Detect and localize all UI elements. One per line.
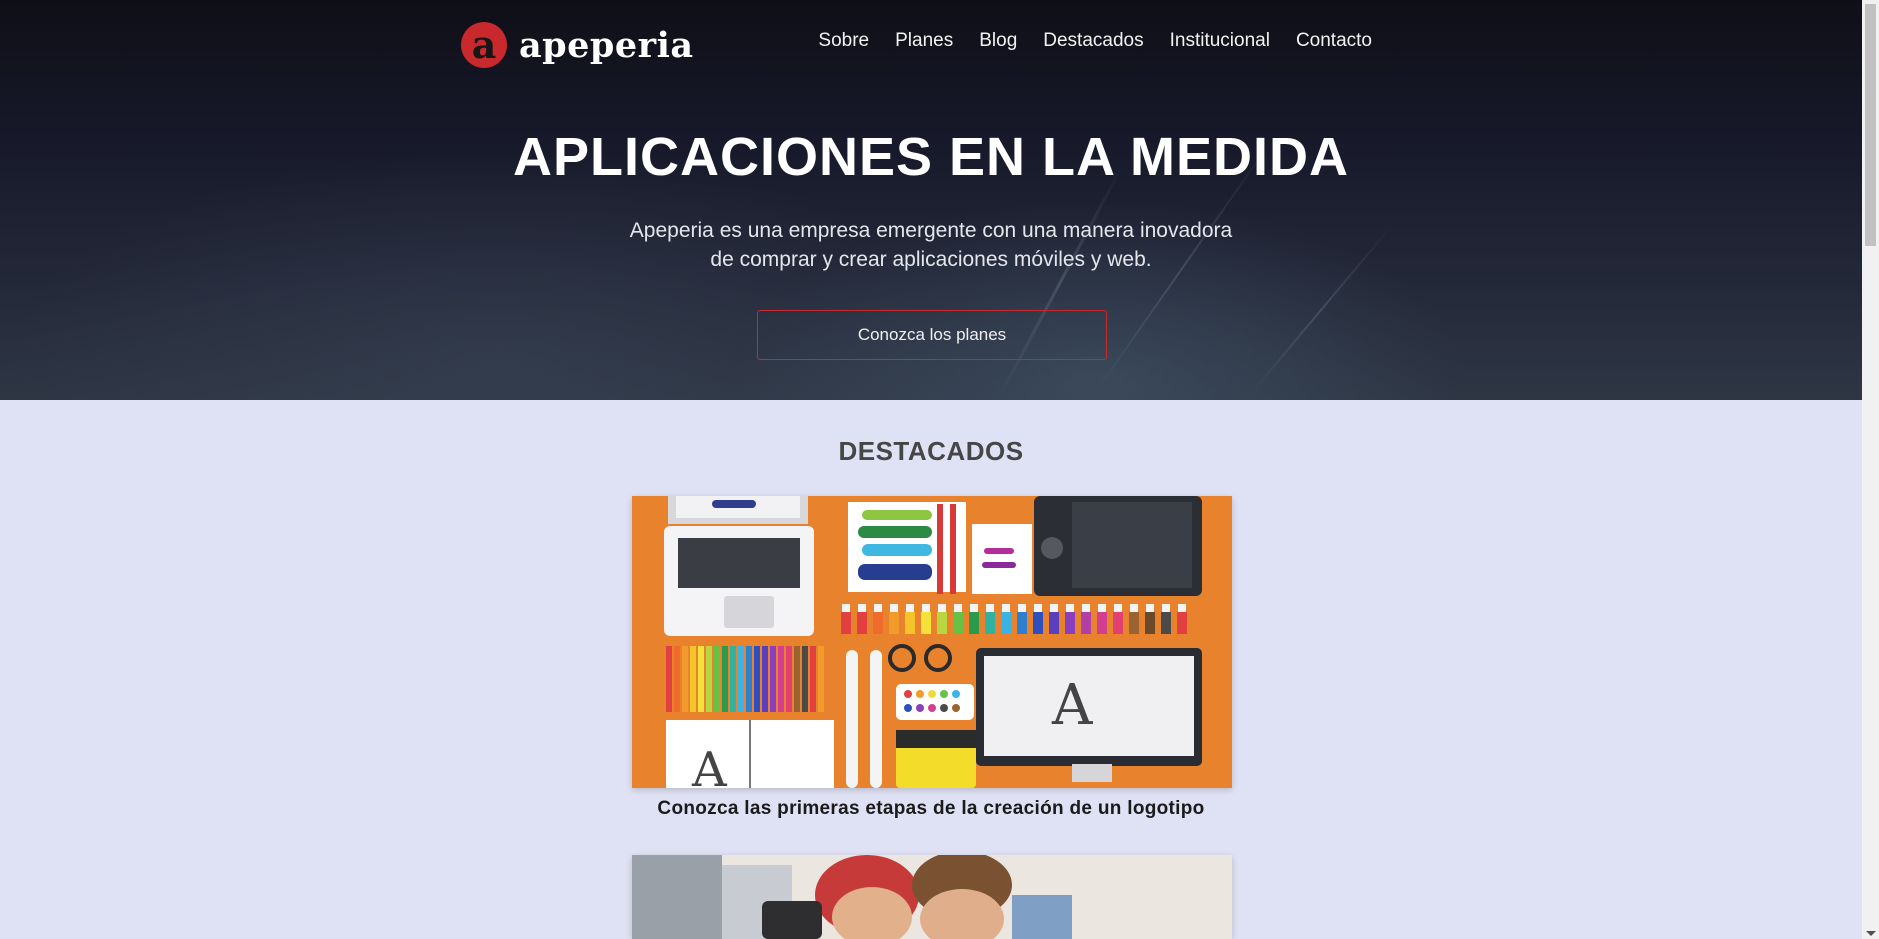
featured-section-title: DESTACADOS bbox=[838, 436, 1024, 466]
hero-description: Apeperia es una empresa emergente con un… bbox=[0, 216, 1862, 274]
hero-description-line: Apeperia es una empresa emergente con un… bbox=[629, 219, 1233, 242]
hero-title: APLICACIONES EN LA MEDIDA bbox=[512, 127, 1350, 187]
vertical-scrollbar[interactable] bbox=[1862, 0, 1879, 939]
logo-mark-icon: a bbox=[461, 22, 507, 68]
svg-text:A: A bbox=[691, 742, 728, 788]
hero-description-line: de comprar y crear aplicaciones móviles … bbox=[710, 248, 1152, 271]
nav-link-contacto[interactable]: Contacto bbox=[1296, 30, 1372, 52]
nav-link-institucional[interactable]: Institucional bbox=[1170, 30, 1270, 52]
main-nav: Sobre Planes Blog Destacados Institucion… bbox=[818, 30, 1372, 52]
featured-card-caption[interactable]: Conozca las primeras etapas de la creaci… bbox=[0, 798, 1862, 820]
featured-card-image[interactable] bbox=[632, 855, 1232, 939]
hero-banner: a apeperia Sobre Planes Blog Destacados … bbox=[0, 0, 1862, 400]
view-plans-button[interactable]: Conozca los planes bbox=[757, 310, 1107, 360]
designer-desk-illustration-icon: A A bbox=[632, 496, 1232, 788]
nav-link-blog[interactable]: Blog bbox=[979, 30, 1017, 52]
nav-link-planes[interactable]: Planes bbox=[895, 30, 953, 52]
svg-text:A: A bbox=[1051, 673, 1093, 738]
light-streak bbox=[999, 164, 1124, 396]
nav-link-destacados[interactable]: Destacados bbox=[1043, 30, 1143, 52]
nav-link-sobre[interactable]: Sobre bbox=[818, 30, 869, 52]
scrollbar-thumb[interactable] bbox=[1865, 4, 1876, 246]
scroll-down-arrow-icon[interactable] bbox=[1866, 931, 1876, 936]
featured-card-image[interactable]: A A bbox=[632, 496, 1232, 788]
people-photo-icon bbox=[632, 855, 1232, 939]
brand-name: apeperia bbox=[519, 24, 694, 66]
brand-logo[interactable]: a apeperia bbox=[461, 22, 694, 68]
